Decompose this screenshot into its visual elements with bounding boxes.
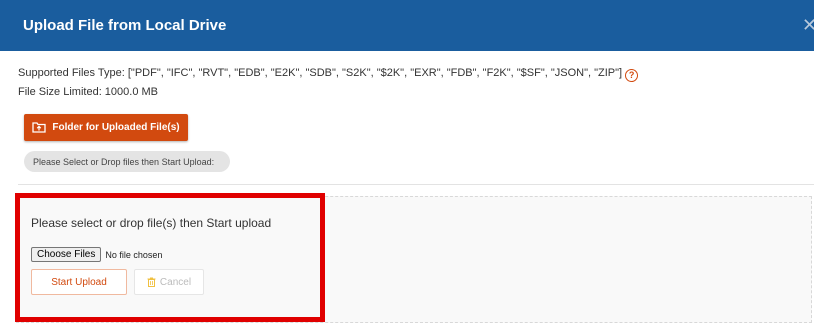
folder-button-label: Folder for Uploaded File(s) <box>52 122 180 133</box>
divider <box>18 184 814 185</box>
start-upload-label: Start Upload <box>51 276 107 288</box>
file-size-limit-text: File Size Limited: 1000.0 MB <box>18 86 159 98</box>
cancel-button[interactable]: Cancel <box>134 269 204 295</box>
folder-upload-icon <box>32 122 47 133</box>
start-upload-button[interactable]: Start Upload <box>31 269 127 295</box>
choose-files-button[interactable]: Choose Files <box>31 247 102 262</box>
select-files-hint: Please Select or Drop files then Start U… <box>24 151 230 172</box>
drop-prompt-text: Please select or drop file(s) then Start… <box>31 216 272 230</box>
no-file-chosen-text: No file chosen <box>105 249 163 260</box>
help-icon[interactable]: ? <box>625 69 639 82</box>
supported-types-label: Supported Files Type: ["PDF", "IFC", "RV… <box>18 67 623 79</box>
supported-types-text: Supported Files Type: ["PDF", "IFC", "RV… <box>18 67 639 82</box>
dialog-header: Upload File from Local Drive ✕ <box>0 0 814 51</box>
close-icon[interactable]: ✕ <box>802 15 814 36</box>
trash-icon <box>147 277 156 287</box>
folder-for-uploaded-files-button[interactable]: Folder for Uploaded File(s) <box>24 114 188 141</box>
cancel-label: Cancel <box>159 276 192 288</box>
file-input[interactable]: Choose Files No file chosen <box>31 247 162 262</box>
dialog-title: Upload File from Local Drive <box>23 17 227 34</box>
